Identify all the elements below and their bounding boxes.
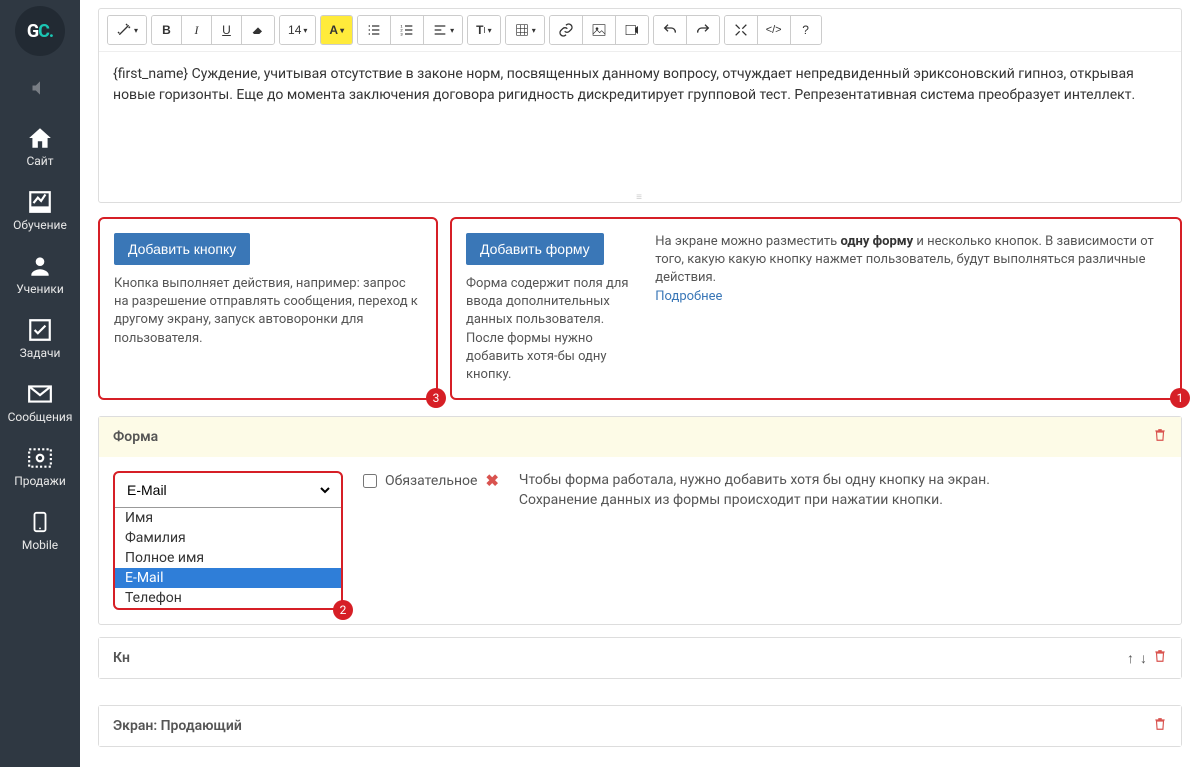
home-icon <box>26 124 54 152</box>
redo-button[interactable] <box>687 16 719 44</box>
chevron-down-icon: ▾ <box>340 26 344 35</box>
users-icon <box>26 252 54 280</box>
gear-icon <box>26 444 54 472</box>
sidebar-item-mobile[interactable]: Mobile <box>0 498 80 562</box>
chevron-down-icon: ▾ <box>134 26 138 35</box>
sidebar-item-site[interactable]: Сайт <box>0 114 80 178</box>
chart-icon <box>26 188 54 216</box>
buttons-panel: Кн ↑ ↓ <box>98 637 1182 679</box>
sidebar-label: Ученики <box>16 282 64 296</box>
sidebar-label: Продажи <box>14 474 66 488</box>
editor-content[interactable]: {first_name} Суждение, учитывая отсутств… <box>99 52 1181 192</box>
italic-button[interactable]: I <box>182 16 212 44</box>
sidebar-label: Обучение <box>13 218 67 232</box>
move-down-button[interactable]: ↓ <box>1140 650 1147 667</box>
logo[interactable]: GC. <box>15 6 65 56</box>
sidebar-item-messages[interactable]: Сообщения <box>0 370 80 434</box>
fontsize-value: 14 <box>288 23 301 37</box>
delete-screen-button[interactable] <box>1153 716 1167 736</box>
editor-panel: ▾ B I U 14▾ A▾ 123 ▾ <box>98 8 1182 203</box>
field-select-dropdown: Имя Фамилия Полное имя E-Mail Телефон <box>115 508 341 608</box>
badge-1: 1 <box>1170 388 1190 408</box>
ol-button[interactable]: 123 <box>391 16 424 44</box>
help-button[interactable]: ? <box>791 16 821 44</box>
move-up-button[interactable]: ↑ <box>1127 650 1134 667</box>
logo-dot: . <box>49 21 53 42</box>
main: ▾ B I U 14▾ A▾ 123 ▾ <box>80 0 1200 767</box>
option-name[interactable]: Имя <box>115 508 341 528</box>
check-icon <box>26 316 54 344</box>
sidebar-label: Сообщения <box>8 410 73 424</box>
table-button[interactable]: ▾ <box>506 16 544 44</box>
chevron-down-icon: ▾ <box>532 26 536 35</box>
editor-toolbar: ▾ B I U 14▾ A▾ 123 ▾ <box>99 9 1181 52</box>
phone-icon <box>26 508 54 536</box>
details-link[interactable]: Подробнее <box>655 289 722 304</box>
add-button-box: Добавить кнопку Кнопка выполняет действи… <box>98 217 438 400</box>
required-checkbox[interactable] <box>363 474 377 488</box>
sidebar: GC. Сайт Обучение Ученики Задачи Сообщен… <box>0 0 80 767</box>
add-form-desc: Форма содержит поля для ввода дополнител… <box>466 275 635 384</box>
mail-icon <box>26 380 54 408</box>
option-phone[interactable]: Телефон <box>115 588 341 608</box>
underline-button[interactable]: U <box>212 16 242 44</box>
sound-icon <box>26 74 54 102</box>
chevron-down-icon: ▾ <box>303 26 307 35</box>
form-panel-header: Форма <box>99 417 1181 457</box>
add-button-button[interactable]: Добавить кнопку <box>114 233 250 265</box>
sidebar-label: Mobile <box>22 538 58 552</box>
svg-text:3: 3 <box>400 31 403 36</box>
sidebar-item-sales[interactable]: Продажи <box>0 434 80 498</box>
eraser-button[interactable] <box>242 16 274 44</box>
image-button[interactable] <box>583 16 616 44</box>
align-button[interactable]: ▾ <box>424 16 462 44</box>
remove-field-button[interactable]: ✖ <box>485 471 498 490</box>
screen-panel-title: Экран: Продающий <box>113 718 242 734</box>
code-button[interactable]: </> <box>758 16 791 44</box>
option-surname[interactable]: Фамилия <box>115 528 341 548</box>
logo-g: G <box>27 21 38 42</box>
bold-button[interactable]: B <box>152 16 182 44</box>
delete-buttons-panel[interactable] <box>1153 648 1167 668</box>
ul-button[interactable] <box>358 16 391 44</box>
text-color-button[interactable]: A▾ <box>321 16 352 44</box>
option-fullname[interactable]: Полное имя <box>115 548 341 568</box>
option-email[interactable]: E-Mail <box>115 568 341 588</box>
add-button-desc: Кнопка выполняет действия, например: зап… <box>114 275 422 348</box>
fullscreen-button[interactable] <box>725 16 758 44</box>
form-note: Чтобы форма работала, нужно добавить хот… <box>519 471 1039 510</box>
screen-panel: Экран: Продающий <box>98 705 1182 747</box>
sidebar-item-users[interactable]: Ученики <box>0 242 80 306</box>
sidebar-label: Сайт <box>26 154 53 168</box>
sidebar-label: Задачи <box>20 346 61 360</box>
badge-2: 2 <box>333 600 353 620</box>
add-form-button[interactable]: Добавить форму <box>466 233 604 265</box>
sidebar-item-learning[interactable]: Обучение <box>0 178 80 242</box>
delete-form-button[interactable] <box>1153 427 1167 447</box>
add-form-box: Добавить форму Форма содержит поля для в… <box>450 217 1182 400</box>
link-button[interactable] <box>550 16 583 44</box>
form-side-note: На экране можно разместить одну форму и … <box>655 233 1166 384</box>
sidebar-item-tasks[interactable]: Задачи <box>0 306 80 370</box>
textsize-button[interactable]: TI▾ <box>468 16 500 44</box>
logo-c: C <box>38 21 49 42</box>
badge-3: 3 <box>426 388 446 408</box>
chevron-down-icon: ▾ <box>450 26 454 35</box>
form-panel: Форма E-Mail Имя Фамилия <box>98 416 1182 625</box>
buttons-panel-title: Кн <box>113 650 130 666</box>
resize-grip[interactable]: ≡ <box>99 192 1181 202</box>
field-select-wrap: E-Mail Имя Фамилия Полное имя E-Mail Тел… <box>113 471 343 610</box>
form-panel-title: Форма <box>113 429 158 445</box>
magic-button[interactable]: ▾ <box>108 16 146 44</box>
field-select[interactable]: E-Mail <box>123 477 333 503</box>
undo-button[interactable] <box>654 16 687 44</box>
video-button[interactable] <box>616 16 648 44</box>
required-label: Обязательное <box>385 473 477 489</box>
fontsize-button[interactable]: 14▾ <box>280 16 315 44</box>
sidebar-item-sound[interactable] <box>0 64 80 114</box>
chevron-down-icon: ▾ <box>488 26 492 35</box>
